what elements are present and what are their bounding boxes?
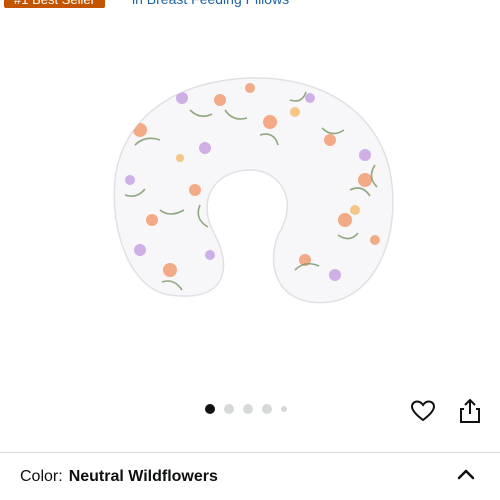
best-seller-strip: #1 Best Seller in Breast Feeding Pillows bbox=[0, 0, 500, 9]
pager-dot[interactable] bbox=[243, 404, 253, 414]
product-image[interactable] bbox=[100, 70, 410, 310]
color-variation-row[interactable]: Color: Neutral Wildflowers bbox=[20, 468, 218, 486]
divider bbox=[0, 452, 500, 453]
pager-dot[interactable] bbox=[281, 406, 287, 412]
color-label: Color: bbox=[20, 468, 63, 485]
category-link[interactable]: in Breast Feeding Pillows bbox=[132, 0, 289, 8]
nursing-pillow-image bbox=[113, 77, 394, 304]
pager-dot[interactable] bbox=[262, 404, 272, 414]
heart-icon[interactable] bbox=[408, 396, 438, 426]
image-pager[interactable] bbox=[205, 404, 287, 414]
pager-dot[interactable] bbox=[224, 404, 234, 414]
best-seller-badge[interactable]: #1 Best Seller bbox=[4, 0, 105, 8]
share-icon[interactable] bbox=[455, 396, 485, 426]
chevron-up-icon[interactable] bbox=[452, 462, 480, 486]
color-value: Neutral Wildflowers bbox=[68, 468, 218, 485]
pager-dot[interactable] bbox=[205, 404, 215, 414]
